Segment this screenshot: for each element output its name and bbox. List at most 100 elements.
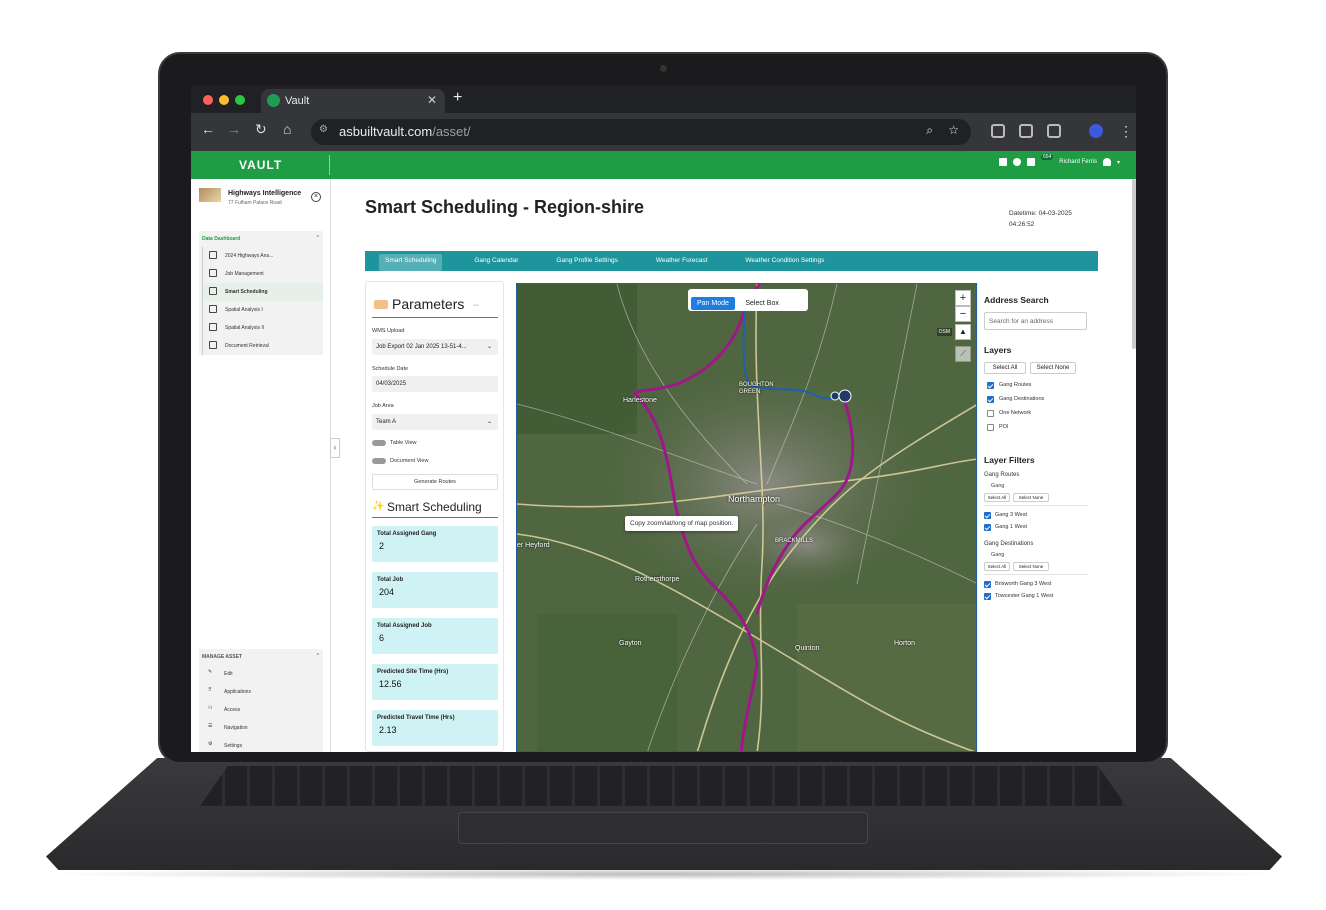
towcester-gang-label: Towcester Gang 1 West <box>995 593 1054 599</box>
sidebar: Highways Intelligence 77 Fulham Palace R… <box>191 179 331 752</box>
laptop-mockup: Vault ✕ + ← → ↻ ⌂ ⚙ asbuiltvault.com/ass… <box>0 0 1326 910</box>
maximize-window-dot[interactable] <box>235 95 245 105</box>
sidebar-item-job-management[interactable]: Job Management <box>202 265 323 283</box>
zoom-in-button[interactable]: + <box>955 290 971 306</box>
document-view-toggle[interactable] <box>372 458 386 464</box>
sidebar-item-smart-scheduling[interactable]: Smart Scheduling <box>202 283 323 301</box>
list-icon: ☰ <box>208 723 213 729</box>
profile-avatar[interactable] <box>1089 124 1103 138</box>
sidebar-item-label: 2024 Highways Ana... <box>225 253 274 259</box>
job-area-label: Job Area <box>372 403 394 409</box>
reload-icon[interactable]: ↻ <box>255 121 267 138</box>
tab-gang-profile-settings[interactable]: Gang Profile Settings <box>550 254 623 271</box>
select-box-button[interactable]: Select Box <box>739 297 784 310</box>
minimize-window-dot[interactable] <box>219 95 229 105</box>
forward-arrow-icon[interactable]: → <box>227 121 241 137</box>
field-patch <box>517 284 637 434</box>
routes-select-all-button[interactable]: Select All <box>984 493 1010 502</box>
sidebar-item-edit[interactable]: ✎ Edit <box>202 665 323 683</box>
collapse-arrows-icon[interactable]: ⇔ <box>472 300 480 309</box>
osm-layer-label[interactable]: OSM <box>936 328 952 336</box>
sidebar-collapse-button[interactable]: ‹ <box>330 438 340 458</box>
section-header[interactable]: Data Dashboard ⌃ <box>199 231 323 247</box>
gang-1-west-checkbox[interactable] <box>984 524 991 531</box>
tab-weather-condition-settings[interactable]: Weather Condition Settings <box>739 254 830 271</box>
zoom-icon[interactable]: ⌕ <box>926 123 933 138</box>
sidebar-item-document-retrieval[interactable]: Document Retrieval <box>202 337 323 355</box>
page-scrollbar[interactable] <box>1132 179 1136 349</box>
generate-routes-button[interactable]: Generate Routes <box>372 474 498 490</box>
sidebar-item-navigation[interactable]: ☰ Navigation <box>202 719 323 737</box>
pan-mode-button[interactable]: Pan Mode <box>691 297 735 310</box>
user-icon[interactable] <box>1102 158 1111 166</box>
help-icon[interactable] <box>998 158 1007 166</box>
camera-icon[interactable] <box>1019 124 1033 138</box>
table-view-toggle[interactable] <box>372 440 386 446</box>
sidebar-item-access[interactable]: ⚇ Access <box>202 701 323 719</box>
gang-3-west-label: Gang 3 West <box>995 512 1027 518</box>
tab-close-icon[interactable]: ✕ <box>427 93 437 107</box>
trackpad <box>458 812 868 844</box>
layer-gang-destinations-checkbox[interactable] <box>987 396 994 403</box>
stat-card-assigned-job: Total Assigned Job 6 <box>372 618 498 654</box>
draw-tool-icon[interactable]: ⟋ <box>955 346 971 362</box>
data-dashboard-section: Data Dashboard ⌃ 2024 Highways Ana... Job… <box>199 231 323 355</box>
sidebar-item-applications[interactable]: ⠿ Applications <box>202 683 323 701</box>
brixworth-gang-label: Brixworth Gang 3 West <box>995 581 1052 587</box>
schedule-date-input[interactable]: 04/03/2025 <box>372 376 498 392</box>
back-arrow-icon[interactable]: ← <box>201 121 215 137</box>
project-thumbnail <box>199 188 221 202</box>
tab-gang-calendar[interactable]: Gang Calendar <box>468 254 524 271</box>
browser-tab[interactable]: Vault ✕ <box>261 89 445 113</box>
app-header: VAULT 654 Richard Ferris ▾ <box>191 151 1136 179</box>
close-project-icon[interactable]: × <box>311 192 321 202</box>
tab-title: Vault <box>285 95 310 107</box>
menu-kebab-icon[interactable]: ⋮ <box>1119 123 1133 140</box>
sidebar-item-highways-analysis[interactable]: 2024 Highways Ana... <box>202 247 323 265</box>
wms-upload-select[interactable]: Job Export 02 Jan 2025 13-51-4... ⌄ <box>372 339 498 355</box>
tab-smart-scheduling[interactable]: Smart Scheduling <box>379 254 443 271</box>
destination-marker[interactable] <box>830 391 840 401</box>
layer-one-network-checkbox[interactable] <box>987 410 994 417</box>
address-bar[interactable]: ⚙ asbuiltvault.com/asset/ ⌕ ☆ <box>311 119 971 145</box>
layers-select-all-button[interactable]: Select All <box>984 362 1026 374</box>
compass-reset-icon[interactable]: ▲ <box>955 324 971 340</box>
zoom-out-button[interactable]: − <box>955 306 971 322</box>
puzzle-extensions-icon[interactable] <box>1047 124 1061 138</box>
chevron-up-icon[interactable]: ⌃ <box>316 235 320 241</box>
sidebar-item-spatial-analysis-2[interactable]: Spatial Analysis II <box>202 319 323 337</box>
brixworth-gang-checkbox[interactable] <box>984 581 991 588</box>
sidebar-item-settings[interactable]: ⚙ Settings <box>202 737 323 752</box>
home-icon[interactable]: ⌂ <box>283 121 291 137</box>
site-settings-icon[interactable]: ⚙ <box>319 124 328 135</box>
layers-select-none-button[interactable]: Select None <box>1030 362 1076 374</box>
towcester-gang-checkbox[interactable] <box>984 593 991 600</box>
address-search-input[interactable]: Search for an address <box>984 312 1087 330</box>
vault-logo[interactable]: VAULT <box>239 158 282 172</box>
gang-3-west-checkbox[interactable] <box>984 512 991 519</box>
section-header[interactable]: MANAGE ASSET ⌃ <box>199 649 323 665</box>
destination-marker[interactable] <box>838 389 852 403</box>
routes-select-none-button[interactable]: Select None <box>1013 493 1049 502</box>
user-name[interactable]: Richard Ferris <box>1059 159 1097 165</box>
user-dropdown-icon[interactable]: ▾ <box>1117 159 1120 166</box>
bookmark-star-icon[interactable]: ☆ <box>948 123 959 137</box>
map-view[interactable]: Northampton Harlestone BOUGHTON GREEN Ro… <box>516 283 977 752</box>
map-label-heyford: er Heyford <box>517 542 550 549</box>
notification-bell-icon[interactable] <box>1026 158 1035 166</box>
dest-select-none-button[interactable]: Select None <box>1013 562 1049 571</box>
settings-gear-icon[interactable] <box>1012 158 1021 166</box>
sidebar-item-label: Navigation <box>224 725 248 731</box>
dest-select-all-button[interactable]: Select All <box>984 562 1010 571</box>
gear-icon: ⚙ <box>208 741 213 747</box>
chevron-up-icon[interactable]: ⌃ <box>316 653 320 659</box>
job-area-select[interactable]: Team A ⌄ <box>372 414 498 430</box>
tab-weather-forecast[interactable]: Weather Forecast <box>650 254 714 271</box>
close-window-dot[interactable] <box>203 95 213 105</box>
layer-poi-checkbox[interactable] <box>987 424 994 431</box>
layer-gang-routes-checkbox[interactable] <box>987 382 994 389</box>
new-tab-button[interactable]: + <box>453 89 462 107</box>
extension-shield-icon[interactable] <box>991 124 1005 138</box>
sidebar-item-spatial-analysis-1[interactable]: Spatial Analysis I <box>202 301 323 319</box>
stat-card-title: Total Assigned Job <box>377 623 432 629</box>
